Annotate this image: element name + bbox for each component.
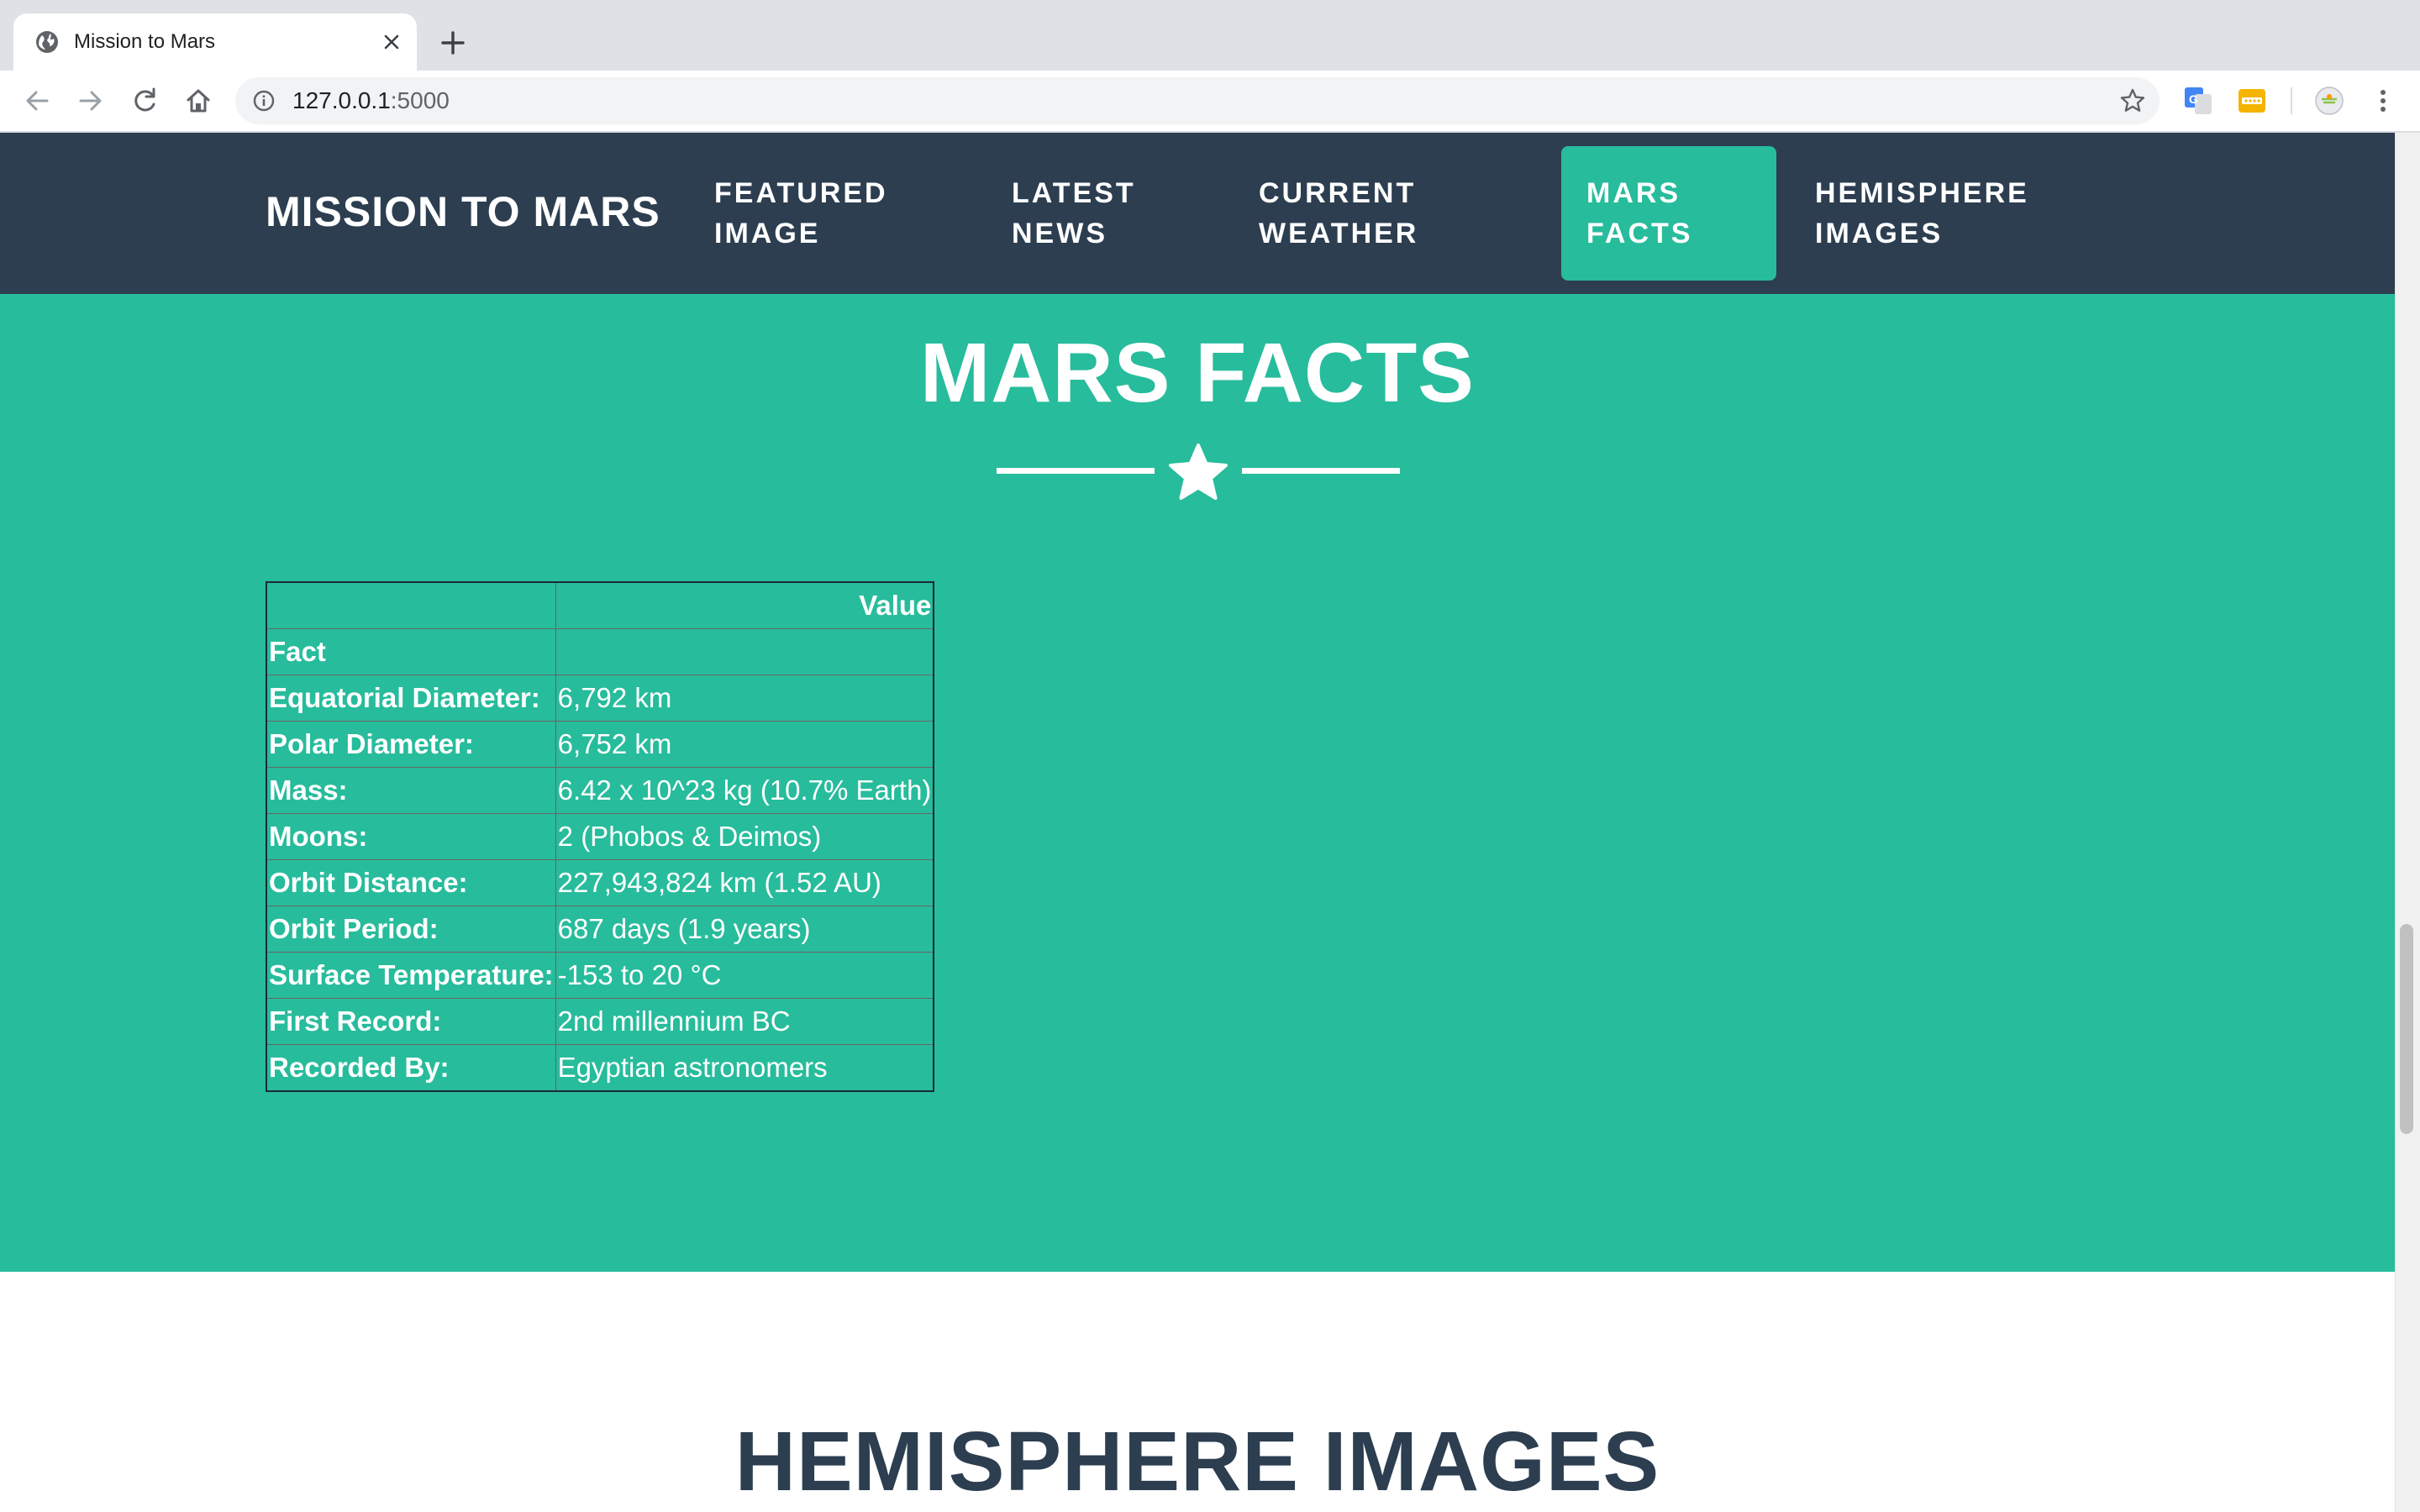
fact-value: 2 (Phobos & Deimos) [555, 813, 934, 860]
fact-label: Orbit Distance: [266, 859, 556, 906]
tab-title: Mission to Mars [74, 30, 216, 53]
profile-avatar-icon[interactable] [2314, 86, 2344, 116]
fact-value: 6,792 km [555, 675, 934, 722]
page-scrollbar[interactable] [2395, 133, 2420, 1512]
fact-label: Mass: [266, 767, 556, 814]
table-row: First Record: 2nd millennium BC [266, 998, 934, 1045]
nav-label-line2: FACTS [1586, 218, 1693, 249]
mars-facts-section: MARS FACTS Value Fact Equatorial Diamete [0, 294, 2395, 1272]
nav-hemisphere-images[interactable]: HEMISPHERE IMAGES [1790, 146, 2054, 281]
close-icon[interactable] [378, 29, 405, 55]
header-cell-empty [266, 581, 556, 629]
url-host: 127.0.0.1 [292, 87, 391, 113]
fact-label: Orbit Period: [266, 906, 556, 953]
fact-value: Egyptian astronomers [555, 1044, 934, 1092]
table-row: Orbit Distance: 227,943,824 km (1.52 AU) [266, 859, 934, 906]
url-text[interactable]: 127.0.0.1:5000 [292, 87, 450, 114]
nav-label-line1: HEMISPHERE [1815, 177, 2029, 209]
table-row: Recorded By: Egyptian astronomers [266, 1044, 934, 1092]
nav-latest-news[interactable]: LATEST NEWS [986, 146, 1161, 281]
nav-label-line2: IMAGES [1815, 218, 1944, 249]
site-navbar: MISSION TO MARS FEATURED IMAGE LATEST NE… [0, 133, 2395, 294]
toolbar-separator [2291, 87, 2292, 114]
nav-label-line2: IMAGE [714, 218, 821, 249]
forward-arrow-icon[interactable] [74, 84, 108, 118]
table-header-row: Value [266, 581, 934, 629]
nav-label-line2: WEATHER [1259, 218, 1419, 249]
fact-label: Recorded By: [266, 1044, 556, 1092]
fact-label: First Record: [266, 998, 556, 1045]
nav-label-line1: LATEST [1012, 177, 1136, 209]
fact-value: 6,752 km [555, 721, 934, 768]
fact-value: -153 to 20 °C [555, 952, 934, 999]
fact-value: 227,943,824 km (1.52 AU) [555, 859, 934, 906]
nav-current-weather[interactable]: CURRENT WEATHER [1234, 146, 1444, 281]
title-divider [997, 440, 1400, 507]
divider-line [997, 468, 1155, 474]
menu-kebab-icon[interactable] [2368, 86, 2398, 116]
nav-label-line1: MARS [1586, 177, 1681, 209]
back-arrow-icon[interactable] [20, 84, 54, 118]
fact-label: Moons: [266, 813, 556, 860]
fact-value: 2nd millennium BC [555, 998, 934, 1045]
fact-value: 687 days (1.9 years) [555, 906, 934, 953]
svg-text:G: G [2189, 92, 2198, 106]
fact-label: Equatorial Diameter: [266, 675, 556, 722]
globe-icon [36, 31, 58, 53]
header-cell-value: Value [555, 581, 934, 629]
url-port: :5000 [390, 87, 450, 113]
fact-value: 6.42 x 10^23 kg (10.7% Earth) [555, 767, 934, 814]
address-bar[interactable]: 127.0.0.1:5000 [235, 77, 2160, 124]
table-index-row: Fact [266, 628, 934, 675]
scrollbar-thumb[interactable] [2400, 924, 2413, 1134]
tab-strip: Mission to Mars [0, 0, 2420, 71]
table-row: Mass: 6.42 x 10^23 kg (10.7% Earth) [266, 767, 934, 814]
header-cell-fact: Fact [266, 628, 556, 675]
password-extension-icon[interactable] [2237, 86, 2267, 116]
nav-label-line2: NEWS [1012, 218, 1107, 249]
table-row: Polar Diameter: 6,752 km [266, 721, 934, 768]
mars-facts-table: Value Fact Equatorial Diameter: 6,792 km … [266, 581, 935, 1092]
header-cell-empty [555, 628, 934, 675]
browser-tab[interactable]: Mission to Mars [13, 13, 417, 71]
info-icon[interactable] [252, 89, 276, 113]
hemisphere-section-title: HEMISPHERE IMAGES [734, 1415, 1660, 1509]
translate-extension-icon[interactable]: G [2183, 86, 2213, 116]
section-title: MARS FACTS [920, 326, 1475, 420]
nav-label-line1: FEATURED [714, 177, 888, 209]
table-row: Equatorial Diameter: 6,792 km [266, 675, 934, 722]
nav-label-line1: CURRENT [1259, 177, 1417, 209]
divider-line [1242, 468, 1400, 474]
fact-label: Polar Diameter: [266, 721, 556, 768]
reload-icon[interactable] [128, 84, 161, 118]
browser-toolbar: 127.0.0.1:5000 G [0, 71, 2420, 133]
home-icon[interactable] [182, 84, 215, 118]
table-row: Orbit Period: 687 days (1.9 years) [266, 906, 934, 953]
nav-featured-image[interactable]: FEATURED IMAGE [689, 146, 913, 281]
table-row: Surface Temperature: -153 to 20 °C [266, 952, 934, 999]
plus-icon[interactable] [435, 25, 471, 60]
fact-label: Surface Temperature: [266, 952, 556, 999]
table-row: Moons: 2 (Phobos & Deimos) [266, 813, 934, 860]
web-page: MISSION TO MARS FEATURED IMAGE LATEST NE… [0, 133, 2395, 1512]
nav-mars-facts[interactable]: MARS FACTS [1561, 146, 1776, 281]
bookmark-star-icon[interactable] [2119, 87, 2146, 114]
star-icon [1169, 444, 1228, 500]
site-brand[interactable]: MISSION TO MARS [266, 186, 660, 237]
